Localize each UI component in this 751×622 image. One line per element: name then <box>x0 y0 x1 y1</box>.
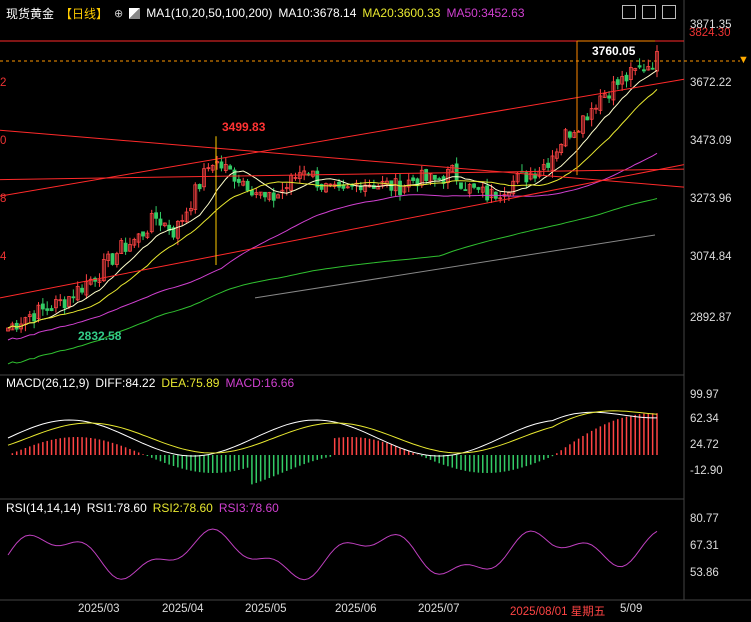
candle-body <box>123 242 128 252</box>
candle-body <box>154 212 158 219</box>
macd-dea: DEA:75.89 <box>161 376 220 390</box>
date-label: 2025/03 <box>78 603 120 615</box>
date-label: 5/09 <box>620 603 643 615</box>
candle-body <box>32 313 37 322</box>
candle-body <box>472 183 476 188</box>
rsi-tick: 67.31 <box>690 540 719 552</box>
ma50-line <box>7 152 658 341</box>
high-annotation: 3760.05 <box>592 44 636 58</box>
candle-body <box>432 174 437 180</box>
left-tick: 0 <box>0 135 7 147</box>
candle-body <box>546 162 551 168</box>
left-tick: 2 <box>0 77 7 89</box>
candle-body <box>424 169 429 181</box>
rsi-tick: 80.77 <box>690 513 719 525</box>
left-tick: 8 <box>0 193 7 205</box>
price-chart[interactable] <box>0 0 751 622</box>
cursor-date-label: 2025/08/01 星期五 <box>510 603 606 619</box>
macd-tick: 24.72 <box>690 439 719 451</box>
macd-dea-line <box>7 410 658 454</box>
candle-body <box>141 231 145 237</box>
candle-body <box>315 170 320 188</box>
candle-body <box>585 116 590 121</box>
rsi1-value: RSI1:78.60 <box>86 501 147 515</box>
candle-body <box>454 163 459 181</box>
candle-body <box>14 322 19 330</box>
macd-title: MACD(26,12,9) <box>6 376 90 390</box>
macd-tick: 99.97 <box>690 389 719 401</box>
candle-body <box>271 192 276 201</box>
candle-body <box>250 189 254 196</box>
ma200-line <box>254 234 656 299</box>
candle-body <box>411 177 415 181</box>
price-tick: 3473.09 <box>690 135 732 147</box>
candle-body <box>197 184 202 190</box>
date-label: 2025/04 <box>162 603 204 615</box>
left-tick: 4 <box>0 251 7 263</box>
candle-body <box>463 189 468 192</box>
date-label: 2025/05 <box>245 603 287 615</box>
candle-body <box>607 95 611 99</box>
candle-body <box>637 65 642 68</box>
ma20-line <box>7 89 658 329</box>
price-tick: 2892.87 <box>690 312 732 324</box>
candle-body <box>459 182 463 189</box>
date-label: 2025/07 <box>418 603 460 615</box>
high-annotation: 3499.83 <box>222 120 266 134</box>
price-tick: 3672.22 <box>690 77 732 89</box>
candle-body <box>245 180 250 191</box>
candle-body <box>615 79 620 85</box>
candle-body <box>319 183 324 190</box>
date-label: 2025/06 <box>335 603 377 615</box>
ma10-line <box>7 69 658 329</box>
rsi-tick: 53.86 <box>690 567 719 579</box>
low-annotation: 2832.58 <box>78 329 122 343</box>
candle-body <box>49 308 54 312</box>
candle-body <box>110 253 115 265</box>
price-tick: 3871.35 <box>690 19 732 31</box>
macd-value: MACD:16.66 <box>225 376 295 390</box>
rsi2-value: RSI2:78.60 <box>152 501 213 515</box>
candle-body <box>45 308 50 311</box>
candle-body <box>40 303 45 310</box>
macd-diff: DIFF:84.22 <box>95 376 156 390</box>
candle-body <box>398 180 402 196</box>
candle-body <box>437 178 442 181</box>
macd-tick: 62.34 <box>690 413 719 425</box>
candle-body <box>62 299 67 309</box>
rsi3-value: RSI3:78.60 <box>218 501 279 515</box>
candle-body <box>476 187 481 190</box>
rsi-legend: RSI(14,14,14) RSI1:78.60 RSI2:78.60 RSI3… <box>6 499 279 517</box>
candle-body <box>485 185 490 201</box>
price-tick: 3074.84 <box>690 251 732 263</box>
candle-body <box>567 131 572 138</box>
candle-body <box>219 161 224 169</box>
candle-body <box>158 218 163 226</box>
price-alert-icon[interactable]: ▼ <box>738 54 749 66</box>
candle-body <box>80 287 84 293</box>
price-tick: 3273.96 <box>690 193 732 205</box>
rsi-title: RSI(14,14,14) <box>6 501 81 515</box>
candle-body <box>650 67 655 70</box>
macd-legend: MACD(26,12,9) DIFF:84.22 DEA:75.89 MACD:… <box>6 374 294 392</box>
rsi-line <box>7 528 658 581</box>
candle-body <box>337 181 341 188</box>
candle-body <box>71 296 76 299</box>
macd-tick: -12.90 <box>690 465 723 477</box>
candle-body <box>263 191 267 198</box>
trend-line <box>0 168 685 181</box>
candle-body <box>642 69 646 72</box>
candle-body <box>228 165 233 170</box>
candle-body <box>236 178 241 183</box>
macd-diff-line <box>7 411 657 457</box>
candle-body <box>624 74 629 82</box>
